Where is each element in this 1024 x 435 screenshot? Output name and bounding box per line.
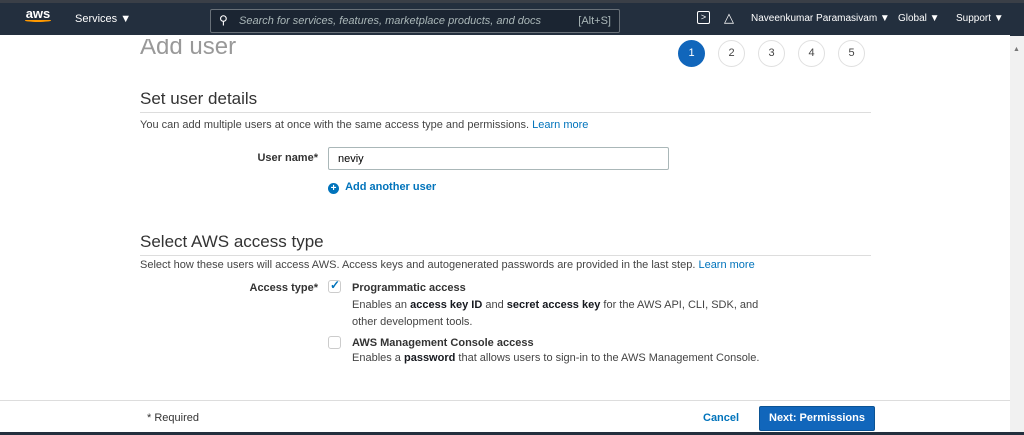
required-note: * Required (147, 412, 199, 424)
search-icon: ⚲ (219, 13, 228, 27)
username-input[interactable] (328, 147, 669, 170)
support-menu[interactable]: Support ▼ (956, 13, 1004, 24)
user-menu[interactable]: Naveenkumar Paramasivam ▼ (751, 13, 890, 24)
plus-circle-icon: + (328, 183, 339, 194)
details-description: You can add multiple users at once with … (140, 119, 589, 131)
step-5[interactable]: 5 (838, 40, 865, 67)
add-another-user-button[interactable]: + Add another user (328, 181, 436, 194)
programmatic-access-checkbox[interactable]: ✓ (328, 278, 341, 293)
bell-icon[interactable]: △ (724, 10, 734, 26)
step-1[interactable]: 1 (678, 40, 705, 67)
learn-more-link[interactable]: Learn more (532, 119, 588, 131)
access-description: Select how these users will access AWS. … (140, 259, 755, 271)
step-3[interactable]: 3 (758, 40, 785, 67)
section-heading-user-details: Set user details (140, 89, 258, 108)
cancel-button[interactable]: Cancel (703, 412, 739, 424)
next-permissions-button[interactable]: Next: Permissions (759, 406, 875, 431)
step-2[interactable]: 2 (718, 40, 745, 67)
programmatic-access-description: Enables an access key ID and secret acce… (352, 299, 759, 328)
scrollbar[interactable]: ▲ (1010, 36, 1024, 432)
username-label: User name* (257, 152, 318, 164)
top-nav: aws Services ▼ ⚲ Search for services, fe… (0, 0, 1024, 36)
console-access-description: Enables a password that allows users to … (352, 352, 760, 364)
step-4[interactable]: 4 (798, 40, 825, 67)
section-heading-access-type: Select AWS access type (140, 232, 324, 251)
region-menu[interactable]: Global ▼ (898, 13, 940, 24)
cloudshell-icon[interactable]: > (697, 11, 710, 24)
divider (140, 255, 871, 256)
aws-logo[interactable]: aws (25, 6, 51, 22)
divider (140, 112, 871, 113)
access-type-label: Access type* (249, 282, 319, 294)
console-access-checkbox[interactable] (328, 336, 341, 349)
search-input[interactable]: ⚲ Search for services, features, marketp… (210, 9, 620, 33)
checkmark-icon: ✓ (330, 278, 341, 292)
learn-more-link[interactable]: Learn more (698, 259, 754, 271)
services-menu[interactable]: Services ▼ (75, 13, 131, 25)
programmatic-access-title: Programmatic access (352, 282, 466, 294)
console-access-title: AWS Management Console access (352, 337, 534, 349)
scroll-up-arrow-icon[interactable]: ▲ (1013, 46, 1020, 53)
